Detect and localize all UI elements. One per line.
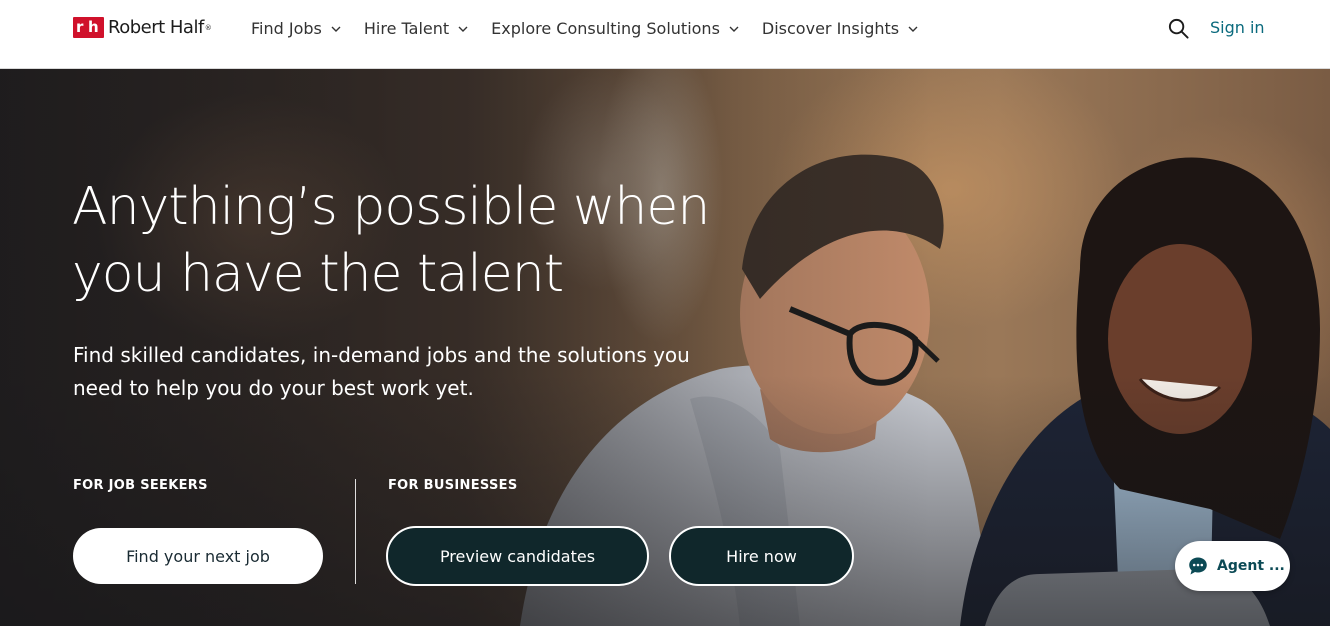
- businesses-label: FOR BUSINESSES: [388, 478, 518, 493]
- chevron-down-icon: [729, 26, 739, 32]
- search-icon[interactable]: [1167, 17, 1190, 40]
- nav-label: Find Jobs: [251, 19, 322, 38]
- nav-item-discover-insights[interactable]: Discover Insights: [762, 19, 919, 38]
- sign-in-link[interactable]: Sign in: [1210, 17, 1265, 39]
- find-next-job-button[interactable]: Find your next job: [73, 528, 323, 584]
- nav-label: Hire Talent: [363, 19, 450, 38]
- chat-agent-label: Agent ...: [1217, 558, 1285, 574]
- nav-item-find-jobs[interactable]: Find Jobs: [251, 19, 342, 38]
- chevron-down-icon: [331, 26, 341, 32]
- robert-half-logo[interactable]: rh Robert Half ®: [73, 17, 212, 38]
- hero-title: Anything’s possible when you have the ta…: [72, 177, 710, 304]
- cta-divider: [355, 479, 356, 584]
- nav-label: Discover Insights: [761, 19, 900, 38]
- preview-candidates-button[interactable]: Preview candidates: [386, 526, 649, 586]
- hero-banner: Anything’s possible when you have the ta…: [0, 69, 1330, 626]
- site-header: rh Robert Half ® Find Jobs Hire Talent E…: [0, 0, 1330, 69]
- job-seekers-label: FOR JOB SEEKERS: [73, 478, 208, 493]
- logo-text: Robert Half: [108, 17, 204, 38]
- chat-bubble-icon: [1189, 557, 1207, 575]
- nav-label: Explore Consulting Solutions: [491, 19, 720, 38]
- hero-subtitle: Find skilled candidates, in-demand jobs …: [73, 343, 690, 400]
- nav-item-hire-talent[interactable]: Hire Talent: [364, 19, 469, 38]
- nav-item-consulting-solutions[interactable]: Explore Consulting Solutions: [491, 19, 740, 38]
- chevron-down-icon: [458, 26, 468, 32]
- trademark-symbol: ®: [204, 23, 212, 32]
- rh-logo-mark: rh: [73, 17, 104, 38]
- chat-agent-button[interactable]: Agent ...: [1175, 541, 1290, 591]
- chevron-down-icon: [908, 26, 918, 32]
- main-nav: Find Jobs Hire Talent Explore Consulting…: [251, 0, 941, 57]
- hire-now-button[interactable]: Hire now: [669, 526, 854, 586]
